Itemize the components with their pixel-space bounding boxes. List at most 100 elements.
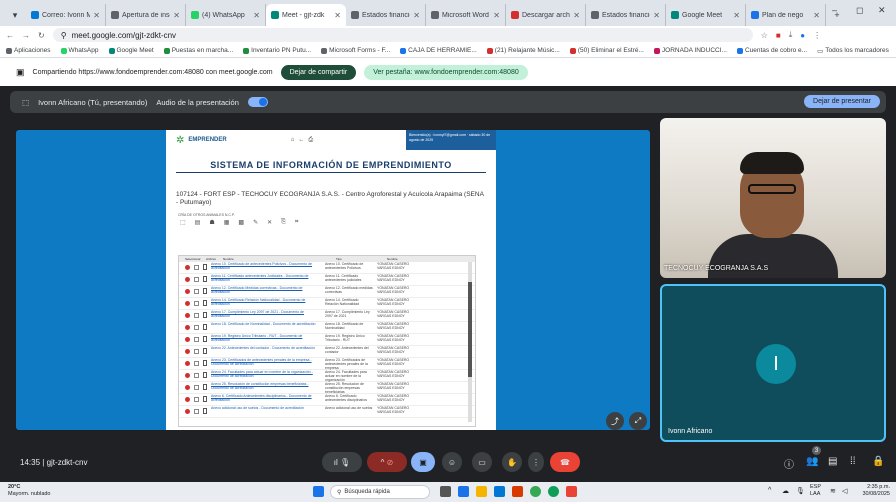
chrome-profile-icon[interactable] <box>548 486 559 497</box>
file-icon[interactable] <box>203 396 207 402</box>
maximize-icon[interactable]: ◻ <box>856 5 863 16</box>
file-explorer-icon[interactable] <box>476 486 487 497</box>
chrome-icon[interactable] <box>530 486 541 497</box>
row-checkbox[interactable] <box>194 349 199 354</box>
row-checkbox[interactable] <box>194 301 199 306</box>
doc-tool-icon[interactable]: ▩ <box>238 219 244 226</box>
browser-tab[interactable]: Plan de nego ✕ <box>746 4 826 26</box>
tab-close-icon[interactable]: ✕ <box>493 11 500 20</box>
browser-tab[interactable]: Correo: Ivonn Mo✕ <box>26 4 106 26</box>
participant-tile-ivonn[interactable]: I Ivonn Africano <box>660 284 886 442</box>
emoji-button[interactable]: ☺ <box>442 452 462 472</box>
document-link[interactable]: Anexo 6. Certificado Antecedentes discip… <box>211 394 321 402</box>
audio-toggle[interactable] <box>247 97 268 107</box>
browser-tab[interactable]: Meet - gjt-zdk ✕ <box>266 4 346 26</box>
document-link[interactable]: Anexo 25. Resolución de constitución emp… <box>211 382 321 390</box>
browser-tab[interactable]: Estados financier✕ <box>346 4 426 26</box>
tab-close-icon[interactable]: ✕ <box>813 11 820 20</box>
bookmark-item[interactable]: Inventario PN Putu... <box>243 47 311 54</box>
captions-button[interactable]: ▭ <box>472 452 492 472</box>
activities-icon[interactable]: ⁞⁞ <box>850 456 856 467</box>
bookmark-item[interactable]: Puestas en marcha... <box>163 47 233 54</box>
browser-tab[interactable]: Apertura de inscr ✕ <box>106 4 186 26</box>
doc-tool-icon[interactable]: ✎ <box>253 219 258 226</box>
tab-close-icon[interactable]: ✕ <box>253 11 260 20</box>
file-icon[interactable] <box>203 324 207 330</box>
taskbar-search[interactable]: ⚲ Búsqueda rápida <box>330 485 430 499</box>
file-icon[interactable] <box>203 276 207 282</box>
doc-tool-icon[interactable]: ▤ <box>195 219 201 226</box>
edge-icon[interactable] <box>458 486 469 497</box>
minimize-icon[interactable]: – <box>832 5 837 15</box>
file-icon[interactable] <box>203 312 207 318</box>
document-link[interactable]: Anexo 14. Certificado Relación Nationali… <box>211 298 321 306</box>
file-icon[interactable] <box>203 336 207 342</box>
row-checkbox[interactable] <box>194 313 199 318</box>
star-icon[interactable]: ☆ <box>761 31 768 40</box>
back-icon[interactable]: ← <box>6 31 14 40</box>
tray-cloud-icon[interactable]: ☁ <box>782 487 789 495</box>
delete-icon[interactable] <box>185 361 190 366</box>
extension-icon[interactable]: ■ <box>776 31 781 40</box>
more-options-button[interactable]: ⋮ <box>528 452 544 472</box>
tab-close-icon[interactable]: ✕ <box>173 11 180 20</box>
delete-icon[interactable] <box>185 373 190 378</box>
download-icon[interactable]: ⤓ <box>789 30 793 40</box>
row-checkbox[interactable] <box>194 337 199 342</box>
office-icon[interactable] <box>512 486 523 497</box>
browser-tab[interactable]: Google Meet ✕ <box>666 4 746 26</box>
file-icon[interactable] <box>203 408 207 414</box>
bookmark-item[interactable]: (21) Relajante Músic... <box>486 47 560 54</box>
delete-icon[interactable] <box>185 337 190 342</box>
row-checkbox[interactable] <box>194 325 199 330</box>
row-checkbox[interactable] <box>194 289 199 294</box>
doc-tool-icon[interactable]: ▦ <box>224 219 230 226</box>
taskbar-clock[interactable]: 2:35 p.m. 30/08/2025 <box>862 484 890 498</box>
bookmark-item[interactable]: Microsoft Forms - F... <box>321 47 390 54</box>
leave-call-button[interactable]: ☎ <box>550 452 580 472</box>
document-link[interactable]: Anexo 22. Antecedentes del contador - Do… <box>211 346 321 350</box>
present-button[interactable]: ▣ <box>411 452 435 472</box>
document-link[interactable]: Anexo 18. Certificado de Nominalidad - D… <box>211 322 321 326</box>
delete-icon[interactable] <box>185 265 190 270</box>
people-icon[interactable]: 👥 <box>806 456 818 467</box>
row-checkbox[interactable] <box>194 361 199 366</box>
delete-icon[interactable] <box>185 325 190 330</box>
bookmark-item[interactable]: WhatsApp <box>60 47 99 54</box>
tab-search-icon[interactable]: ▾ <box>4 4 26 26</box>
participant-tile-tecnocuy[interactable]: TECNOCUY ECOGRANJA S.A.S <box>660 118 886 278</box>
doc-tool-icon[interactable]: ☗ <box>209 219 214 226</box>
tab-close-icon[interactable]: ✕ <box>573 11 580 20</box>
delete-icon[interactable] <box>185 289 190 294</box>
document-link[interactable]: Anexo 12. Certificado Medidas correctiva… <box>211 286 321 294</box>
row-checkbox[interactable] <box>194 397 199 402</box>
bookmark-item[interactable]: Aplicaciones <box>6 47 51 54</box>
doc-tool-icon[interactable]: ⌗ <box>295 219 298 226</box>
close-icon[interactable]: ✕ <box>878 5 886 16</box>
delete-icon[interactable] <box>185 277 190 282</box>
wifi-icon[interactable]: ≋ <box>830 487 836 495</box>
delete-icon[interactable] <box>185 397 190 402</box>
row-checkbox[interactable] <box>194 265 199 270</box>
tab-close-icon[interactable]: ✕ <box>733 11 740 20</box>
doc-tool-icon[interactable]: ⎘ <box>281 219 286 226</box>
pin-icon[interactable]: ⤴ <box>606 412 624 430</box>
document-link[interactable]: Anexo adicional uso de suelos - Document… <box>211 406 321 410</box>
store-icon[interactable] <box>494 486 505 497</box>
info-icon[interactable]: ⓘ <box>784 456 794 471</box>
document-link[interactable]: Anexo 19. Registro Único Tributario - RU… <box>211 334 321 342</box>
volume-icon[interactable]: ◁ <box>842 487 847 495</box>
file-icon[interactable] <box>203 360 207 366</box>
browser-tab[interactable]: Descargar archiv ✕ <box>506 4 586 26</box>
tab-close-icon[interactable]: ✕ <box>334 11 341 20</box>
site-info-icon[interactable]: ⚲ <box>61 31 67 40</box>
delete-icon[interactable] <box>185 409 190 414</box>
doc-tool-icon[interactable]: ✕ <box>267 219 272 226</box>
row-checkbox[interactable] <box>194 373 199 378</box>
bookmark-item[interactable]: CAJA DE HERRAMIE... <box>400 47 477 54</box>
task-view-icon[interactable] <box>440 486 451 497</box>
tab-close-icon[interactable]: ✕ <box>653 11 660 20</box>
document-link[interactable]: Anexo 10. Certificado de antecedentes Po… <box>211 262 321 270</box>
delete-icon[interactable] <box>185 349 190 354</box>
file-icon[interactable] <box>203 372 207 378</box>
